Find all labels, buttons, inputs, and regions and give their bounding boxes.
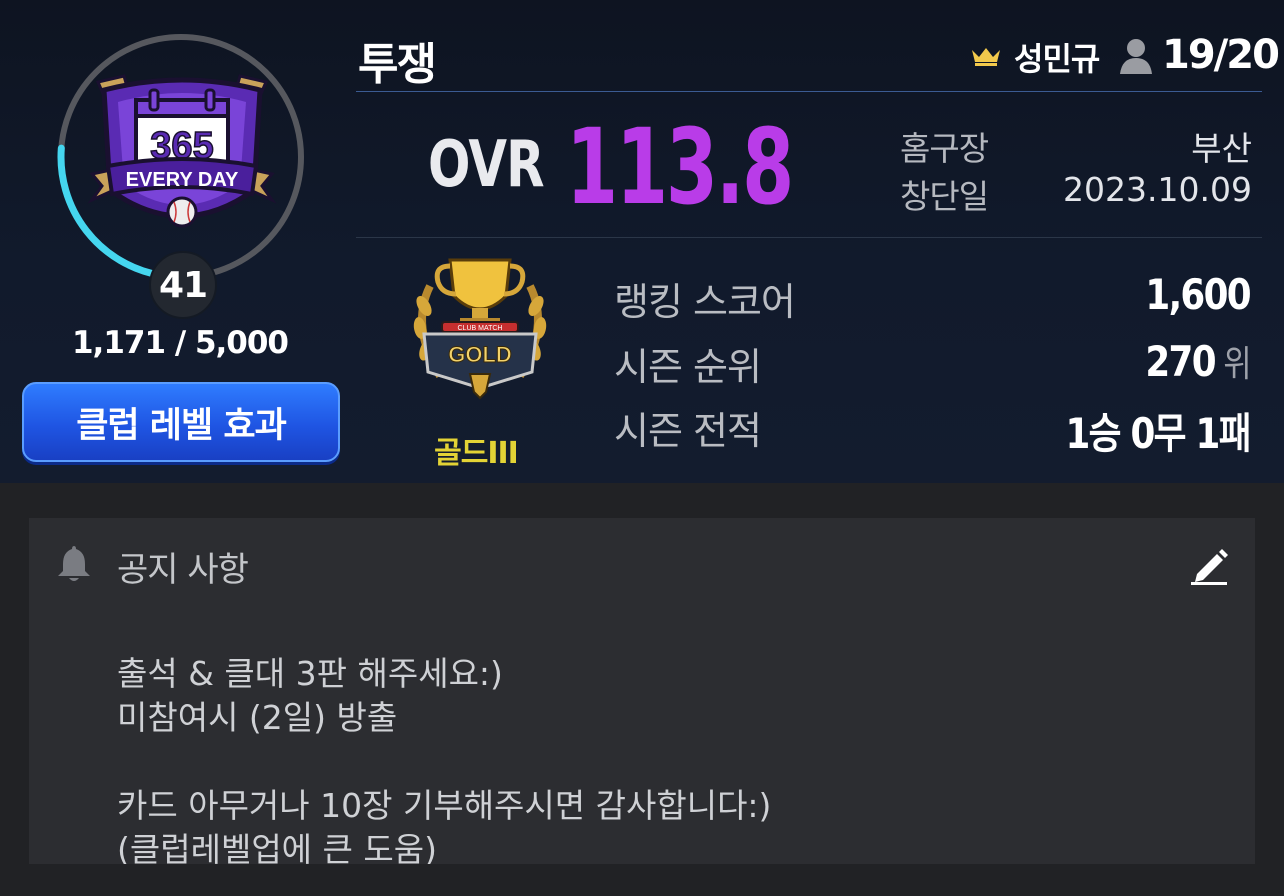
notice-line [117, 740, 771, 784]
crown-icon [972, 48, 1000, 66]
stadium-label: 홈구장 [900, 129, 989, 168]
divider [356, 237, 1262, 238]
club-level-badge: 41 [149, 251, 217, 319]
notice-line: 미참여시 (2일) 방출 [117, 698, 398, 737]
season-rank-value-group: 270 위 [1145, 335, 1252, 387]
league-name: 골드III [434, 436, 519, 471]
ranking-score-value: 1,600 [1145, 270, 1252, 319]
season-rank-value: 270 [1145, 337, 1217, 386]
svg-text:CLUB MATCH: CLUB MATCH [458, 325, 503, 332]
notice-line: 출석 & 클대 3판 해주세요:) [117, 654, 503, 693]
notice-title: 공지 사항 [117, 550, 249, 590]
member-count: 19/20 [1162, 32, 1280, 78]
notice-line: 카드 아무거나 10장 기부해주시면 감사합니다:) [117, 786, 772, 825]
season-record-label: 시즌 전적 [614, 409, 762, 453]
club-info-panel: 365 EVERY DAY 41 1,171 / 5,000 클럽 레벨 효과 … [0, 0, 1284, 483]
divider [356, 91, 1262, 92]
ovr-label: OVR [428, 128, 545, 202]
season-rank-label: 시즌 순위 [614, 345, 762, 389]
ovr-value: 113.8 [566, 106, 794, 228]
notice-line: (클럽레벨업에 큰 도움) [117, 830, 437, 864]
notice-body: 출석 & 클대 3판 해주세요:) 미참여시 (2일) 방출 카드 아무거나 1… [117, 652, 771, 864]
club-owner-name: 성민규 [1014, 40, 1100, 78]
pencil-icon[interactable] [1189, 544, 1229, 586]
svg-text:GOLD: GOLD [448, 342, 512, 367]
founded-label: 창단일 [900, 177, 989, 216]
club-exp-text: 1,171 / 5,000 [71, 325, 289, 361]
notice-panel: 공지 사항 출석 & 클대 3판 해주세요:) 미참여시 (2일) 방출 카드 … [29, 518, 1255, 864]
club-level-effect-button[interactable]: 클럽 레벨 효과 [22, 382, 340, 462]
stadium-value: 부산 [1191, 129, 1252, 168]
bell-icon [58, 546, 90, 581]
365-everyday-emblem-icon: 365 EVERY DAY [87, 74, 277, 228]
season-rank-unit: 위 [1223, 344, 1252, 385]
club-name: 투쟁 [358, 39, 437, 90]
gold-trophy-icon[interactable]: CLUB MATCH GOLD [400, 246, 560, 406]
ranking-score-label: 랭킹 스코어 [614, 280, 796, 324]
person-icon [1120, 39, 1152, 74]
season-record-value: 1승 0무 1패 [1065, 409, 1252, 458]
svg-text:EVERY DAY: EVERY DAY [126, 169, 239, 191]
founded-date-value: 2023.10.09 [1063, 170, 1252, 209]
